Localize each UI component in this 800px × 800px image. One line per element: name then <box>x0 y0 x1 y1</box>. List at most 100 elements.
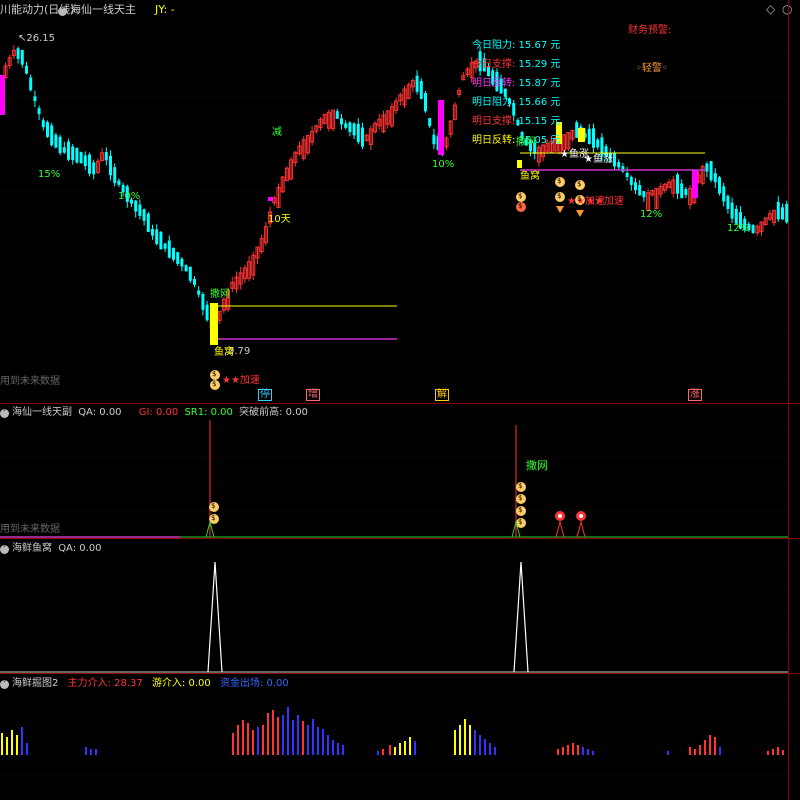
annotation-label: 鱼窝 <box>214 347 234 358</box>
annotation-label: 撒网 <box>516 137 536 148</box>
special-candle <box>578 128 585 142</box>
candle-body <box>709 161 713 181</box>
info-row-value: 15.67 元 <box>515 40 561 51</box>
candle-body <box>726 196 730 209</box>
candle-body <box>88 154 91 174</box>
info-row-label: 明日反转: <box>472 78 516 89</box>
candle-body <box>79 152 83 164</box>
info-row: 明日支撑: 15.15 元 <box>472 117 560 127</box>
candle-body <box>54 134 58 148</box>
candle-body <box>37 108 41 115</box>
pane3-qa: QA: 0.00 <box>58 543 102 554</box>
candle-body <box>629 176 633 185</box>
candle-body <box>356 123 360 143</box>
candle-body <box>92 162 96 175</box>
pane2-title[interactable]: 海仙一线天副 <box>12 407 72 418</box>
candle-body <box>419 81 423 99</box>
event-tag[interactable]: 解 <box>435 389 449 401</box>
annotation-label: 10天 <box>268 214 291 225</box>
candle-body <box>58 136 62 154</box>
annotation-label: 10% <box>432 159 455 170</box>
candle-body <box>29 77 33 91</box>
money-bag-icon: $ <box>577 180 582 188</box>
down-arrow-icon <box>556 206 564 213</box>
candle-body <box>638 184 642 196</box>
candle-body <box>625 172 629 178</box>
special-candle <box>0 75 5 115</box>
candle-body <box>424 93 427 112</box>
candle-body <box>713 173 717 183</box>
candle-body <box>167 240 171 258</box>
pane2-header: ˅ 海仙一线天副 QA: 0.00 GI: 0.00 SR1: 0.00 突破前高… <box>0 408 308 418</box>
pane4-title[interactable]: 海鲜掘图2 <box>12 678 58 689</box>
finance-alert: 财务预警: <box>628 25 672 36</box>
candle-body <box>25 65 28 74</box>
pane2-qa: QA: 0.00 <box>78 407 122 418</box>
candle-body <box>596 139 600 148</box>
candle-body <box>184 265 188 272</box>
candle-body <box>642 191 646 198</box>
candle-body <box>180 258 184 267</box>
info-row-value: 15.29 元 <box>515 59 561 70</box>
event-tag[interactable]: 增 <box>306 389 320 401</box>
alert-icon <box>579 514 583 518</box>
candle-body <box>16 48 20 59</box>
candle-body <box>503 88 507 97</box>
money-bag-icon: $ <box>212 380 217 388</box>
candle-body <box>634 182 637 191</box>
candle-body <box>188 266 192 281</box>
pane2-gi: GI: 0.00 <box>138 407 179 418</box>
money-bag-icon: $ <box>518 494 523 502</box>
candle-body <box>730 202 734 219</box>
money-bag-icon: $ <box>518 202 523 210</box>
candle-body <box>151 229 154 236</box>
candle-body <box>432 134 436 145</box>
money-bag-icon: $ <box>211 502 216 510</box>
annotation-label: 12% <box>727 223 750 234</box>
info-row: 明日阻力: 15.66 元 <box>472 98 560 108</box>
candle-body <box>75 148 79 163</box>
candle-body <box>718 177 721 194</box>
pane3-spike <box>207 561 223 673</box>
chevron-down-icon[interactable]: ˅ <box>0 680 9 689</box>
candle-body <box>197 290 201 295</box>
candle-body <box>575 122 579 138</box>
annotation-label: ★鱼涨 <box>584 154 613 165</box>
candle-body <box>20 50 24 65</box>
candle-body <box>340 118 343 125</box>
candle-body <box>428 118 432 127</box>
annotation-label: ★★加速 <box>222 375 260 386</box>
candle-body <box>83 155 87 167</box>
event-tag[interactable]: 停 <box>258 389 272 401</box>
candle-body <box>705 163 709 172</box>
candle-body <box>751 225 755 233</box>
candle-body <box>587 128 591 144</box>
candle-body <box>142 209 146 221</box>
candle-body <box>172 247 175 260</box>
candle-body <box>46 122 49 137</box>
pane2-sr1: SR1: 0.00 <box>184 407 233 418</box>
pane2-breakout: 突破前高: 0.00 <box>239 407 308 418</box>
chevron-down-icon[interactable]: ˅ <box>0 409 9 418</box>
candle-body <box>159 232 163 250</box>
money-bag-icon: $ <box>518 482 523 490</box>
candle-body <box>734 208 738 224</box>
candle-body <box>62 147 66 153</box>
annotation-label: ★★加速 <box>567 196 605 207</box>
candle-body <box>781 207 784 220</box>
candle-body <box>71 146 75 161</box>
candle-body <box>348 122 352 133</box>
pane4-swim-entry: 游介入: 0.00 <box>151 678 211 689</box>
info-row: 今日阻力: 15.67 元 <box>472 41 560 51</box>
candle-body <box>680 183 684 199</box>
event-tag[interactable]: 涨 <box>688 389 702 401</box>
pane3-title[interactable]: 海鲜鱼窝 <box>12 543 52 554</box>
candle-body <box>361 127 364 147</box>
chevron-down-icon[interactable]: ˅ <box>0 545 9 554</box>
special-candle <box>210 303 218 345</box>
money-bag-icon: $ <box>518 192 523 200</box>
pane2-future-note: 用到未来数据 <box>0 524 60 535</box>
alert-icon <box>555 520 565 538</box>
alert-icon <box>576 520 586 538</box>
info-row: 明日反转: 15.87 元 <box>472 79 560 89</box>
